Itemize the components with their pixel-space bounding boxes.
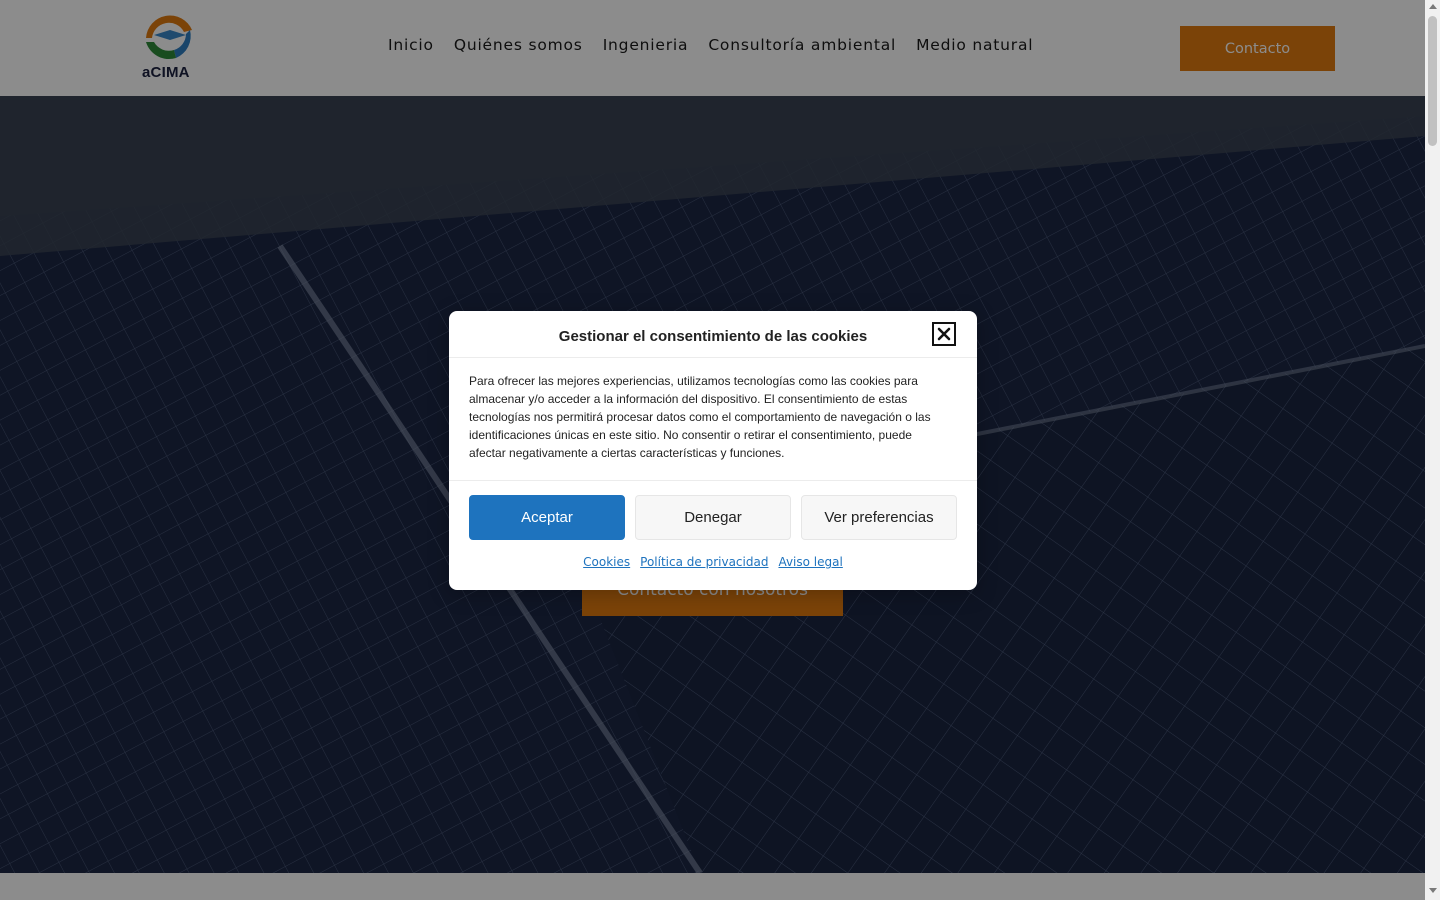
cookie-consent-dialog: Gestionar el consentimiento de las cooki… [449, 311, 977, 590]
cookie-button-row: Aceptar Denegar Ver preferencias [469, 495, 957, 540]
view-preferences-button[interactable]: Ver preferencias [801, 495, 957, 540]
cookie-dialog-message: Para ofrecer las mejores experiencias, u… [469, 374, 931, 460]
accept-button[interactable]: Aceptar [469, 495, 625, 540]
scroll-up-arrow-icon[interactable] [1429, 4, 1437, 9]
privacy-policy-link[interactable]: Política de privacidad [640, 555, 768, 569]
header-divider [449, 357, 977, 358]
cookie-dialog-title: Gestionar el consentimiento de las cooki… [558, 328, 868, 345]
legal-notice-link[interactable]: Aviso legal [778, 555, 842, 569]
close-icon [937, 327, 951, 341]
body-divider [449, 480, 977, 481]
scroll-down-arrow-icon[interactable] [1429, 888, 1437, 893]
cookie-policy-links: Cookies Política de privacidad Aviso leg… [449, 555, 977, 569]
close-button[interactable] [932, 322, 956, 346]
scrollbar-thumb[interactable] [1428, 16, 1437, 146]
cookies-link[interactable]: Cookies [583, 555, 630, 569]
deny-button[interactable]: Denegar [635, 495, 791, 540]
